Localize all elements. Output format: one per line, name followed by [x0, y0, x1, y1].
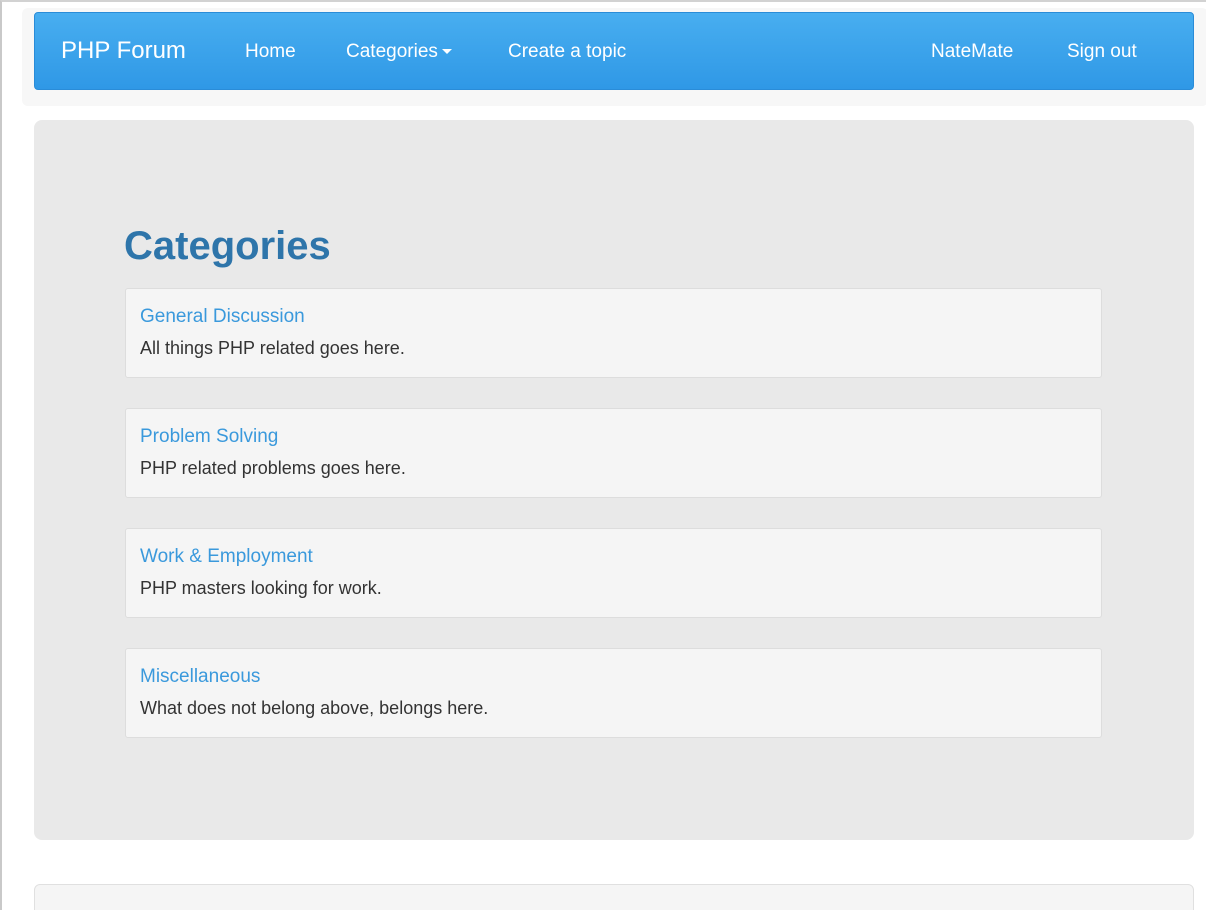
footer-panel	[34, 884, 1194, 910]
nav-user-link[interactable]: NateMate	[931, 41, 1013, 63]
category-description: PHP masters looking for work.	[140, 578, 382, 598]
category-link[interactable]: Work & Employment	[140, 545, 313, 569]
category-description: PHP related problems goes here.	[140, 458, 406, 478]
category-link[interactable]: Miscellaneous	[140, 665, 260, 689]
nav-categories-dropdown[interactable]: Categories	[346, 41, 452, 63]
category-link[interactable]: General Discussion	[140, 305, 305, 329]
browser-viewport: PHP Forum Home Categories Create a topic…	[0, 0, 1206, 910]
nav-sign-out-link[interactable]: Sign out	[1067, 41, 1137, 63]
category-item: Problem Solving PHP related problems goe…	[125, 408, 1102, 498]
navbar: PHP Forum Home Categories Create a topic…	[34, 12, 1194, 90]
category-description: All things PHP related goes here.	[140, 338, 405, 358]
caret-down-icon	[441, 49, 452, 55]
nav-home-link[interactable]: Home	[245, 41, 296, 63]
nav-create-topic-link[interactable]: Create a topic	[508, 41, 626, 63]
main-content-panel: Categories General Discussion All things…	[34, 120, 1194, 840]
category-link[interactable]: Problem Solving	[140, 425, 278, 449]
category-description: What does not belong above, belongs here…	[140, 698, 489, 718]
nav-categories-label: Categories	[346, 41, 438, 62]
page-title: Categories	[124, 224, 331, 268]
category-item: Miscellaneous What does not belong above…	[125, 648, 1102, 738]
category-item: General Discussion All things PHP relate…	[125, 288, 1102, 378]
brand-link[interactable]: PHP Forum	[61, 37, 186, 65]
category-item: Work & Employment PHP masters looking fo…	[125, 528, 1102, 618]
